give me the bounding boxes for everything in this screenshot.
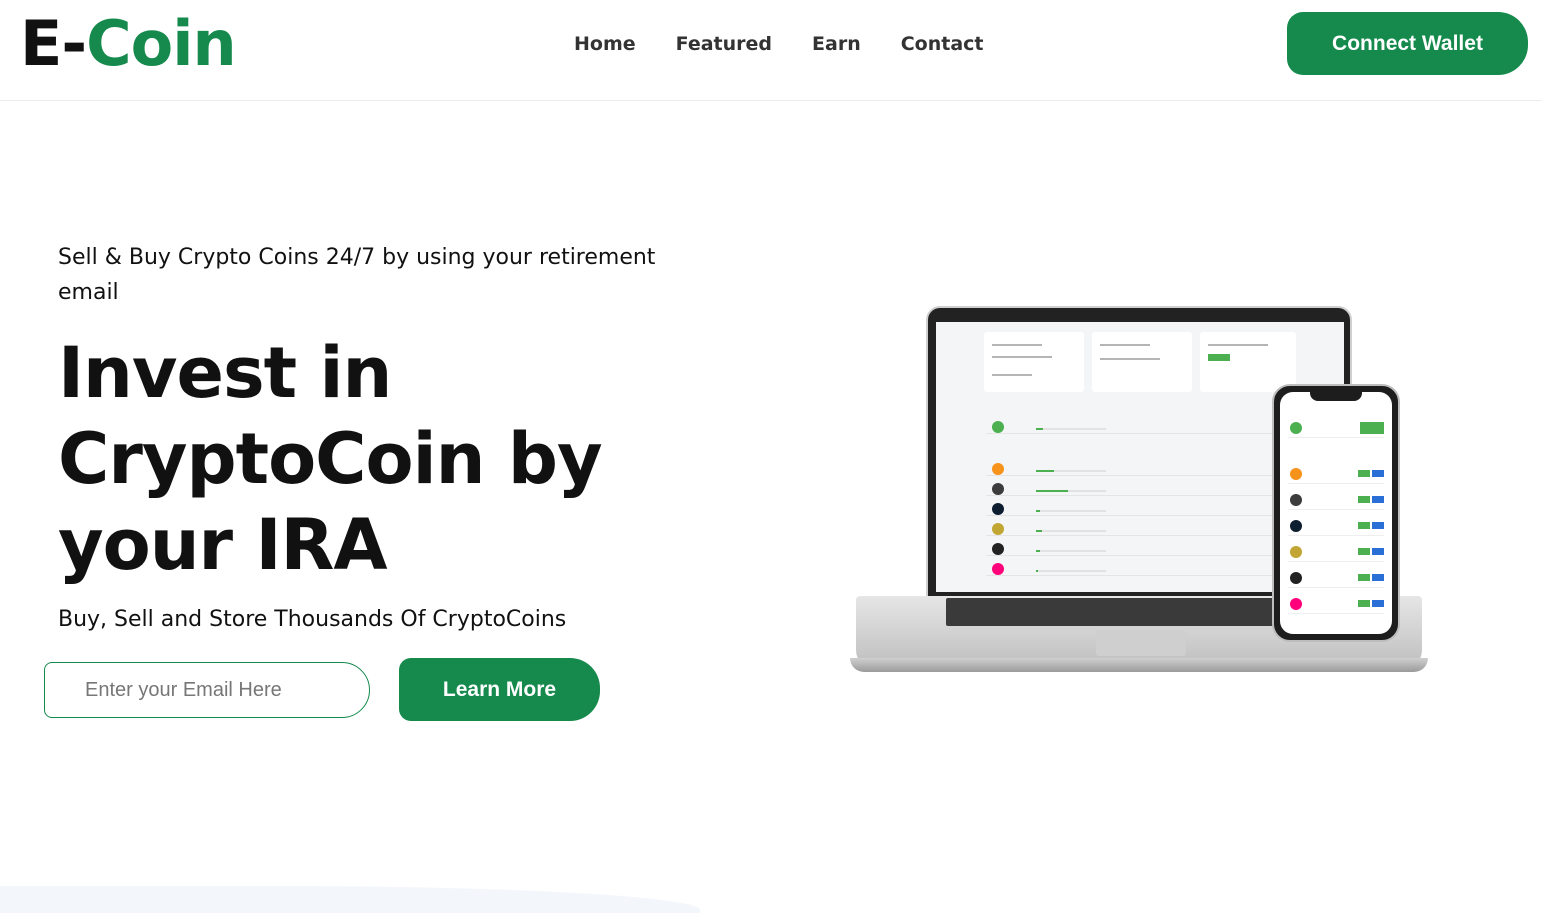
email-input[interactable] bbox=[44, 662, 370, 718]
bottom-decoration bbox=[0, 886, 700, 913]
nav-contact[interactable]: Contact bbox=[901, 30, 984, 58]
logo-name: Coin bbox=[86, 7, 236, 80]
connect-wallet-button[interactable]: Connect Wallet bbox=[1287, 12, 1528, 75]
phone-illustration bbox=[1272, 384, 1400, 642]
nav-home[interactable]: Home bbox=[574, 30, 636, 58]
nav-featured[interactable]: Featured bbox=[676, 30, 772, 58]
site-header: E-Coin Home Featured Earn Contact Connec… bbox=[0, 0, 1542, 101]
nav-earn[interactable]: Earn bbox=[812, 30, 861, 58]
logo[interactable]: E-Coin bbox=[20, 4, 237, 84]
phone-screen bbox=[1280, 392, 1392, 634]
devices-illustration bbox=[850, 300, 1430, 690]
logo-prefix: E- bbox=[20, 7, 87, 80]
hero-tagline: Sell & Buy Crypto Coins 24/7 by using yo… bbox=[58, 245, 656, 305]
hero-subhead: Buy, Sell and Store Thousands Of CryptoC… bbox=[58, 607, 567, 632]
hero-headline: Invest in CryptoCoin by your IRA bbox=[58, 332, 603, 586]
main-nav: Home Featured Earn Contact bbox=[574, 30, 984, 58]
learn-more-button[interactable]: Learn More bbox=[399, 658, 600, 721]
